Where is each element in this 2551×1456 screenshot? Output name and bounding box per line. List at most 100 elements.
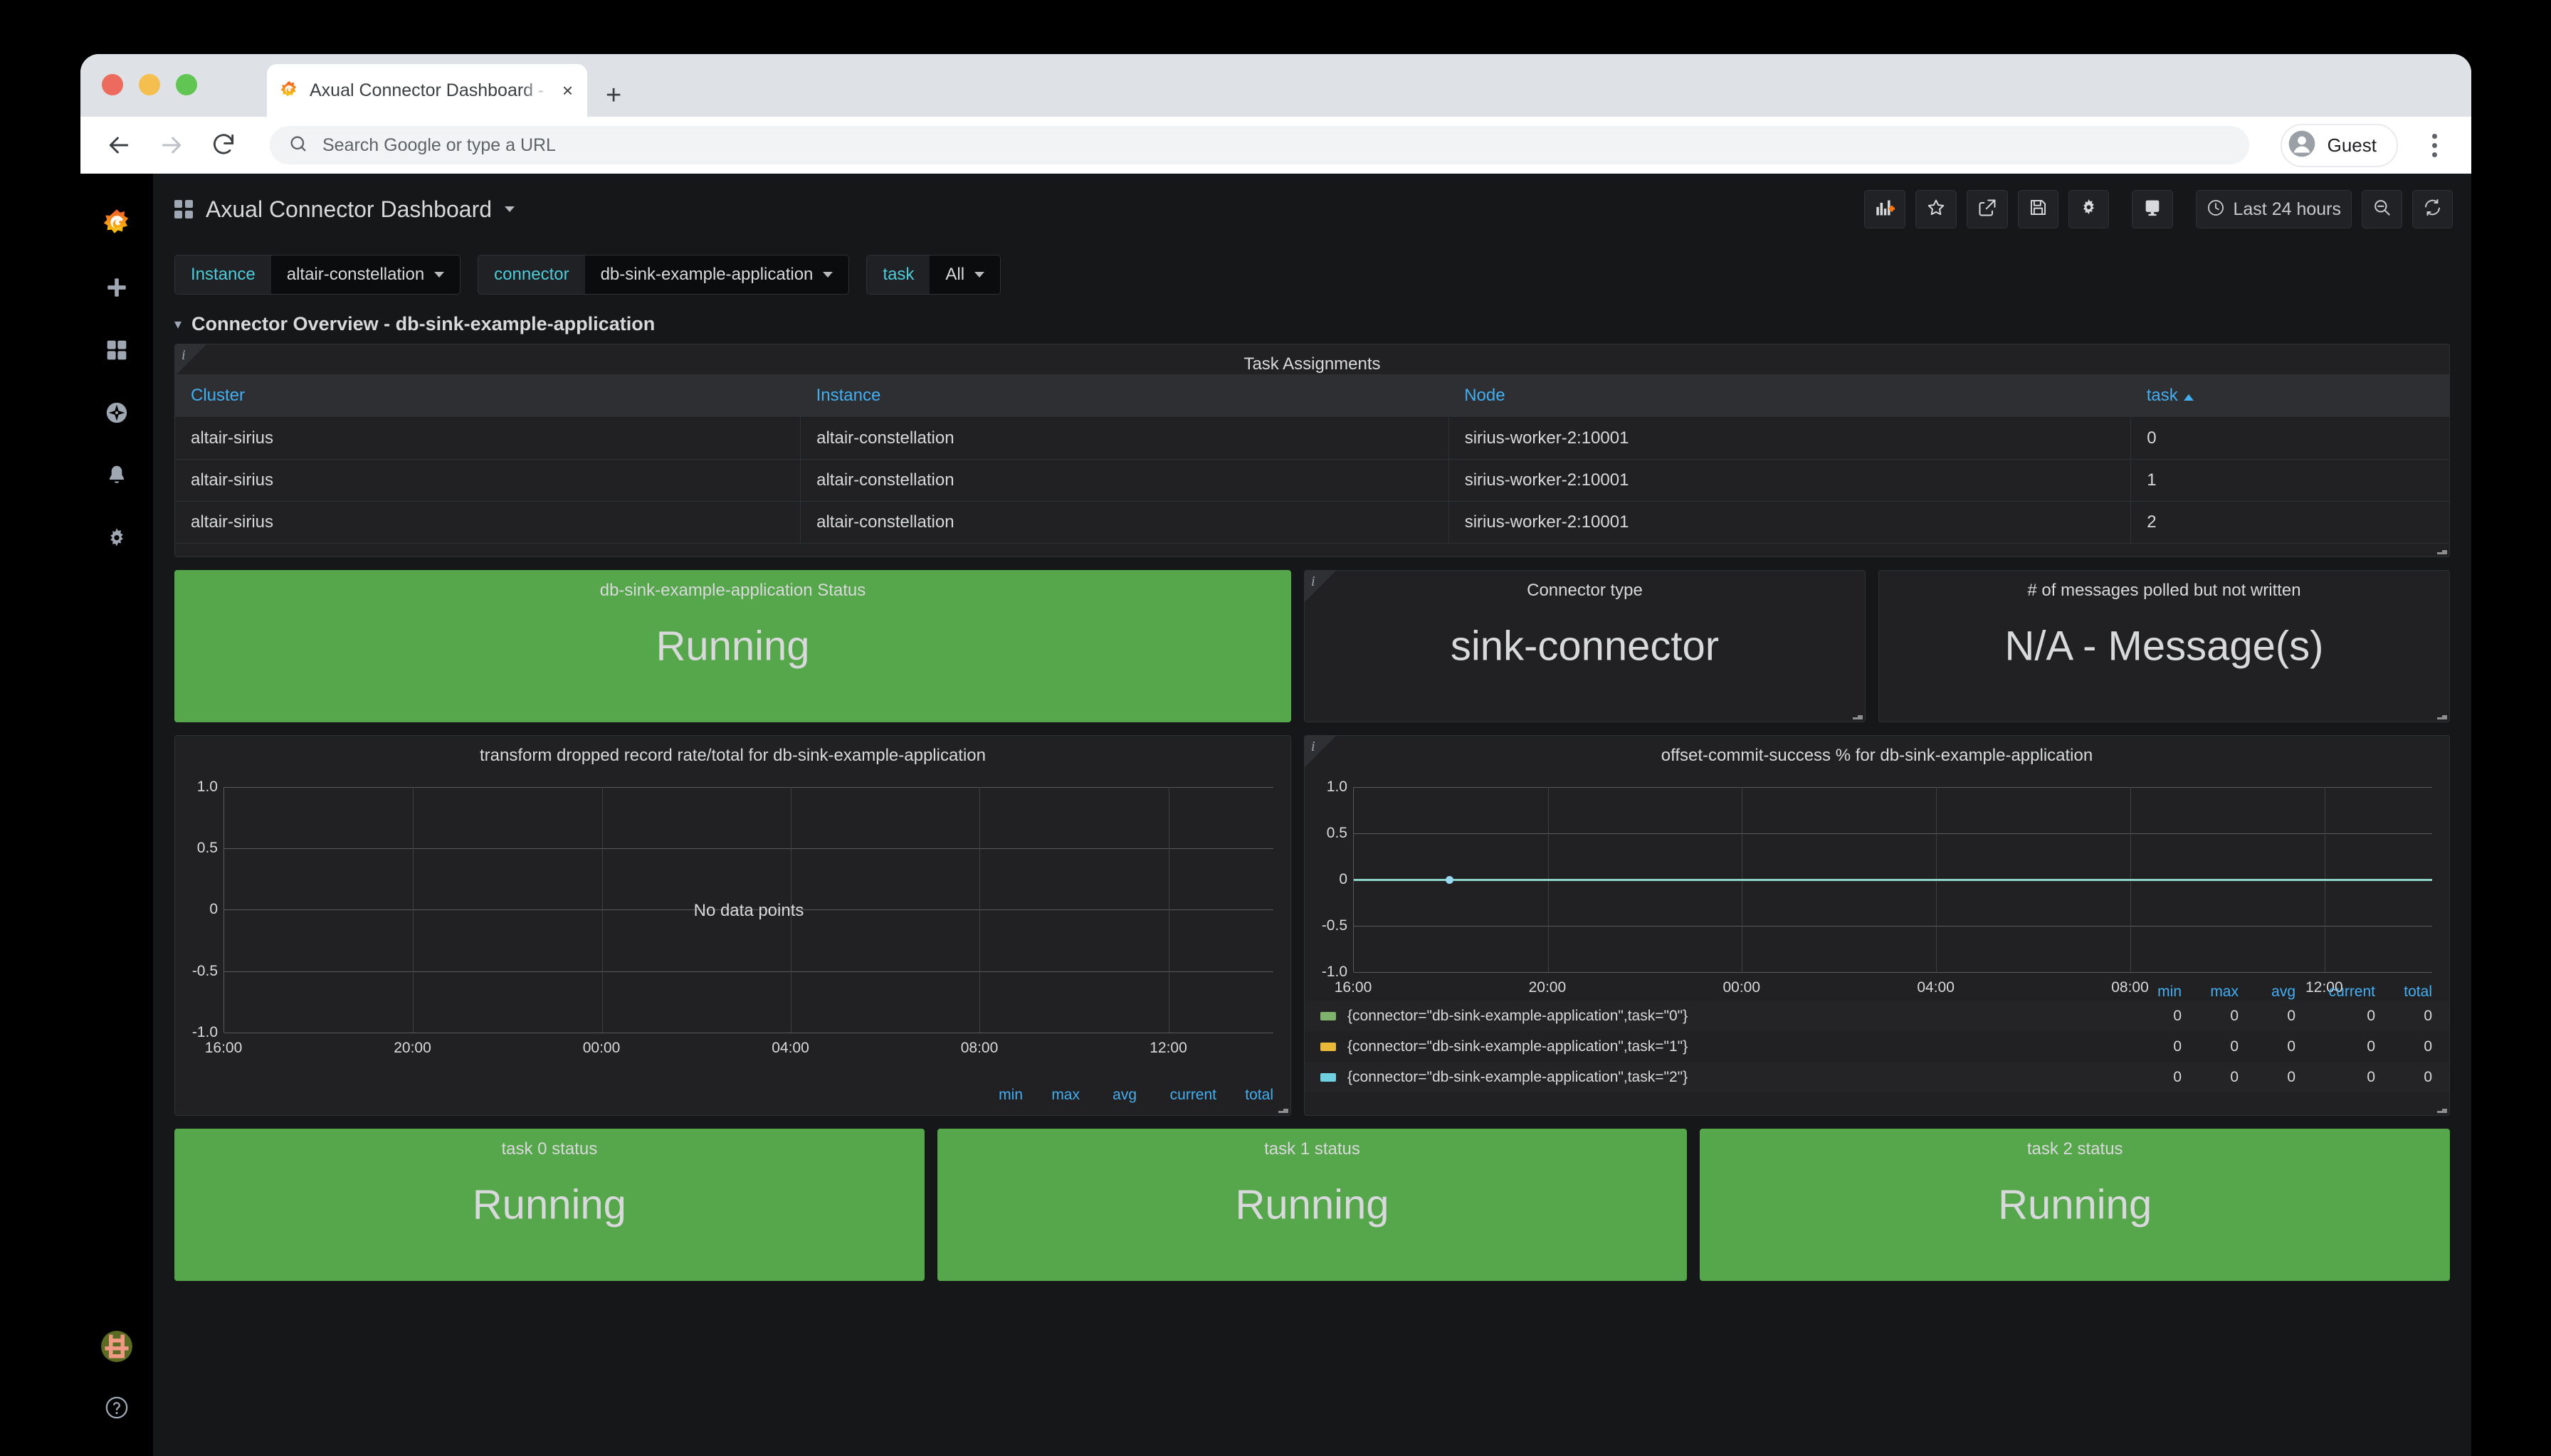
table-row[interactable]: altair-sirius altair-constellation siriu… <box>175 417 2449 460</box>
column-header-task[interactable]: task <box>2130 374 2449 418</box>
legend-col-current[interactable]: current <box>1137 1087 1216 1104</box>
panel-grid: i Task Assignments Cluster Instance Node… <box>153 344 2471 1294</box>
forward-arrow-icon[interactable] <box>157 131 186 159</box>
panel-resize-handle[interactable] <box>2437 712 2447 719</box>
panel-task-0-status[interactable]: task 0 status Running <box>174 1129 925 1281</box>
legend-col-max[interactable]: max <box>1023 1087 1080 1104</box>
cycle-view-mode-button[interactable] <box>2131 190 2173 228</box>
cell-instance: altair-constellation <box>800 501 1449 544</box>
table-row[interactable]: altair-sirius altair-constellation siriu… <box>175 501 2449 544</box>
legend-series-color-swatch[interactable] <box>1320 1042 1336 1051</box>
variable-instance-label: Instance <box>175 255 271 294</box>
panel-task-1-status[interactable]: task 1 status Running <box>937 1129 1688 1281</box>
close-tab-button[interactable]: × <box>559 81 576 100</box>
mark-favorite-button[interactable] <box>1915 190 1957 228</box>
legend-row[interactable]: {connector="db-sink-example-application"… <box>1305 1031 2449 1062</box>
grafana-app: Axual Connector Dashboard Last 24 hours … <box>80 174 2471 1456</box>
breadcrumb[interactable]: Axual Connector Dashboard <box>174 196 515 223</box>
panel-connector-status[interactable]: db-sink-example-application Status Runni… <box>174 570 1291 722</box>
y-tick-label: -1.0 <box>191 1024 218 1040</box>
legend-col-max[interactable]: max <box>2182 983 2239 1001</box>
graph-body[interactable]: 1.0 0.5 0 -0.5 -1.0 <box>175 766 1290 1065</box>
add-panel-button[interactable] <box>1863 190 1905 228</box>
cell-cluster: altair-sirius <box>175 501 801 544</box>
sidebar-item-help[interactable] <box>80 1378 153 1440</box>
legend-col-avg[interactable]: avg <box>2239 983 2295 1001</box>
legend-series-color-swatch[interactable] <box>1320 1072 1336 1082</box>
column-header-instance[interactable]: Instance <box>800 374 1449 418</box>
bell-icon <box>105 464 128 490</box>
info-icon[interactable]: i <box>1311 574 1315 590</box>
legend-col-total[interactable]: total <box>2375 983 2432 1001</box>
browser-tabstrip: Axual Connector Dashboard - × + <box>80 54 2471 117</box>
template-variables-row: Instance altair-constellation connector … <box>153 245 2471 295</box>
panel-resize-handle[interactable] <box>2437 1106 2447 1113</box>
y-tick-label: 0 <box>209 901 218 917</box>
sidebar-item-alerting[interactable] <box>80 445 153 508</box>
window-controls <box>102 74 197 95</box>
legend-col-current[interactable]: current <box>2295 983 2375 1001</box>
info-icon[interactable]: i <box>1311 739 1315 755</box>
dashboard-row-header[interactable]: ▾ Connector Overview - db-sink-example-a… <box>153 295 2471 344</box>
close-window-button[interactable] <box>102 74 123 95</box>
y-axis: 1.0 0.5 0 -0.5 -1.0 <box>175 779 218 1040</box>
panel-resize-handle[interactable] <box>1853 712 1863 719</box>
column-header-node[interactable]: Node <box>1448 374 2131 418</box>
browser-tab[interactable]: Axual Connector Dashboard - × <box>267 64 587 117</box>
y-tick-label: 1.0 <box>1326 779 1347 795</box>
legend-row[interactable]: {connector="db-sink-example-application"… <box>1305 1062 2449 1092</box>
refresh-dashboard-button[interactable] <box>2412 190 2453 228</box>
legend-series-color-swatch[interactable] <box>1320 1011 1336 1020</box>
grafana-main: Axual Connector Dashboard Last 24 hours … <box>153 174 2471 1456</box>
compass-icon <box>105 401 129 428</box>
sidebar-item-configuration[interactable] <box>80 508 153 571</box>
panel-task-2-status[interactable]: task 2 status Running <box>1700 1129 2451 1281</box>
sidebar-item-dashboards[interactable] <box>80 320 153 383</box>
back-arrow-icon[interactable] <box>105 131 133 159</box>
legend-value-avg: 0 <box>2287 1007 2295 1024</box>
panel-title: offset-commit-success % for db-sink-exam… <box>1661 746 2093 765</box>
stat-value: Running <box>1998 1181 2152 1228</box>
grafana-logo-icon[interactable] <box>80 189 153 258</box>
panel-connector-type[interactable]: i Connector type sink-connector <box>1304 570 1866 722</box>
cell-task: 1 <box>2130 459 2449 502</box>
cell-node: sirius-worker-2:10001 <box>1448 417 2132 460</box>
sidebar-item-user[interactable] <box>80 1315 153 1378</box>
profile-button[interactable]: Guest <box>2280 123 2398 167</box>
legend-row[interactable]: {connector="db-sink-example-application"… <box>1305 1001 2449 1031</box>
minimize-window-button[interactable] <box>139 74 160 95</box>
panel-resize-handle[interactable] <box>2437 547 2447 554</box>
variable-task-label: task <box>867 255 930 294</box>
dashboard-toolbar: Axual Connector Dashboard Last 24 hours <box>153 174 2471 245</box>
time-range-picker[interactable]: Last 24 hours <box>2195 190 2352 228</box>
legend-series-name: {connector="db-sink-example-application"… <box>1347 1038 1688 1055</box>
legend-value-min: 0 <box>2173 1007 2182 1024</box>
info-icon[interactable]: i <box>182 347 186 364</box>
zoom-out-time-range-button[interactable] <box>2362 190 2402 228</box>
graph-body[interactable]: 1.0 0.5 0 -0.5 -1.0 <box>1305 766 2449 996</box>
panel-messages-polled-not-written[interactable]: # of messages polled but not written N/A… <box>1878 570 2450 722</box>
maximize-window-button[interactable] <box>176 74 197 95</box>
save-dashboard-button[interactable] <box>2017 190 2058 228</box>
column-header-cluster[interactable]: Cluster <box>175 374 801 418</box>
variable-task-select[interactable]: All <box>930 255 1001 294</box>
variable-instance-select[interactable]: altair-constellation <box>270 255 461 294</box>
legend-col-avg[interactable]: avg <box>1080 1087 1137 1104</box>
variable-connector-select[interactable]: db-sink-example-application <box>584 255 849 294</box>
reload-icon[interactable] <box>210 131 238 159</box>
legend-col-total[interactable]: total <box>1216 1087 1273 1104</box>
sidebar-item-explore[interactable] <box>80 383 153 445</box>
avatar-icon <box>101 1331 132 1362</box>
panel-resize-handle[interactable] <box>1278 1106 1288 1113</box>
dashboard-settings-button[interactable] <box>2068 190 2109 228</box>
sidebar-item-create[interactable] <box>80 258 153 320</box>
share-dashboard-button[interactable] <box>1966 190 2008 228</box>
legend-col-min[interactable]: min <box>966 1087 1023 1104</box>
kebab-menu-icon[interactable] <box>2422 133 2447 157</box>
legend-col-min[interactable]: min <box>2125 983 2182 1001</box>
panel-title: # of messages polled but not written <box>2027 581 2301 600</box>
new-tab-button[interactable]: + <box>606 82 621 109</box>
address-bar[interactable]: Search Google or type a URL <box>270 126 2249 164</box>
refresh-icon <box>2423 198 2442 221</box>
table-row[interactable]: altair-sirius altair-constellation siriu… <box>175 459 2449 502</box>
